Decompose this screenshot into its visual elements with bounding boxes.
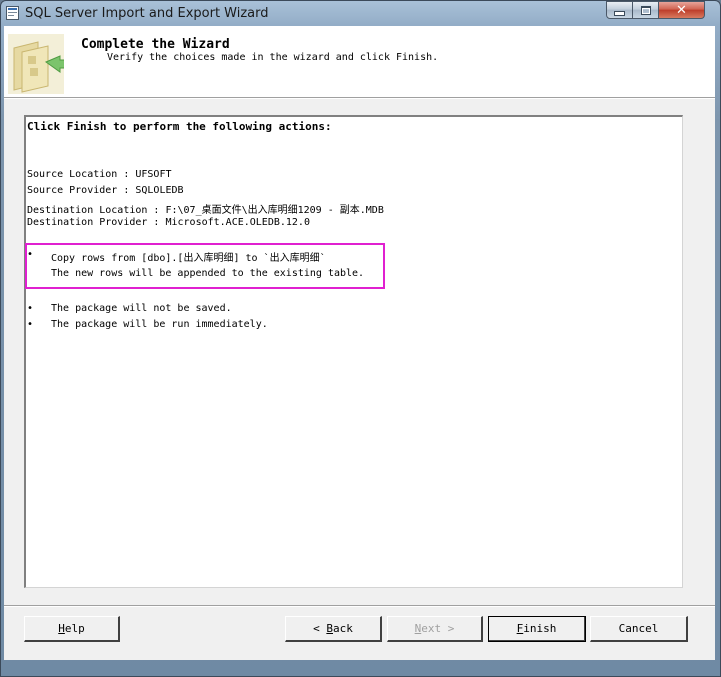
next-button[interactable]: Next >	[387, 616, 483, 642]
close-icon: ✕	[676, 2, 687, 18]
close-button[interactable]: ✕	[658, 1, 705, 19]
minimize-button[interactable]	[606, 1, 633, 19]
header-divider	[4, 98, 715, 99]
destination-provider: Destination Provider : Microsoft.ACE.OLE…	[27, 217, 310, 228]
back-arrow-icon: <	[313, 622, 320, 635]
source-provider: Source Provider : SQLOLEDB	[27, 185, 184, 196]
next-label: ext	[421, 622, 442, 635]
next-arrow-icon: >	[447, 622, 455, 635]
maximize-icon	[640, 5, 651, 15]
maximize-button[interactable]	[632, 1, 659, 19]
bullet-icon: •	[27, 303, 34, 314]
wizard-folder-arrow-icon	[8, 34, 64, 94]
window-title: SQL Server Import and Export Wizard	[25, 6, 269, 21]
back-mnemonic: B	[326, 622, 333, 635]
bullet-icon: •	[27, 319, 34, 330]
wizard-client-area: Complete the Wizard Verify the choices m…	[4, 26, 715, 660]
destination-location: Destination Location : F:\07_桌面文件\出入库明细1…	[27, 205, 384, 216]
cancel-button[interactable]: Cancel	[590, 616, 688, 642]
highlight-annotation	[25, 243, 385, 289]
help-mnemonic: H	[58, 622, 65, 635]
action-run-immediately: The package will be run immediately.	[51, 319, 268, 330]
back-label: ack	[333, 622, 353, 635]
footer-divider-light	[4, 606, 715, 607]
cancel-label: Cancel	[618, 622, 659, 635]
page-subtitle: Verify the choices made in the wizard an…	[107, 52, 439, 63]
help-label: elp	[64, 622, 85, 635]
wizard-header: Complete the Wizard Verify the choices m…	[4, 26, 715, 98]
page-title: Complete the Wizard	[81, 37, 230, 52]
minimize-icon	[614, 10, 625, 16]
help-button[interactable]: Help	[24, 616, 120, 642]
finish-button[interactable]: Finish	[488, 616, 586, 642]
summary-report[interactable]: Click Finish to perform the following ac…	[24, 115, 683, 588]
wizard-window: SQL Server Import and Export Wizard ✕ Co…	[0, 0, 721, 677]
wizard-app-icon	[6, 6, 19, 20]
report-intro: Click Finish to perform the following ac…	[27, 120, 332, 133]
back-button[interactable]: < Back	[285, 616, 382, 642]
action-not-saved: The package will not be saved.	[51, 303, 232, 314]
finish-label: inish	[523, 622, 557, 635]
source-location: Source Location : UFSOFT	[27, 169, 172, 180]
title-bar[interactable]: SQL Server Import and Export Wizard ✕	[1, 1, 720, 26]
